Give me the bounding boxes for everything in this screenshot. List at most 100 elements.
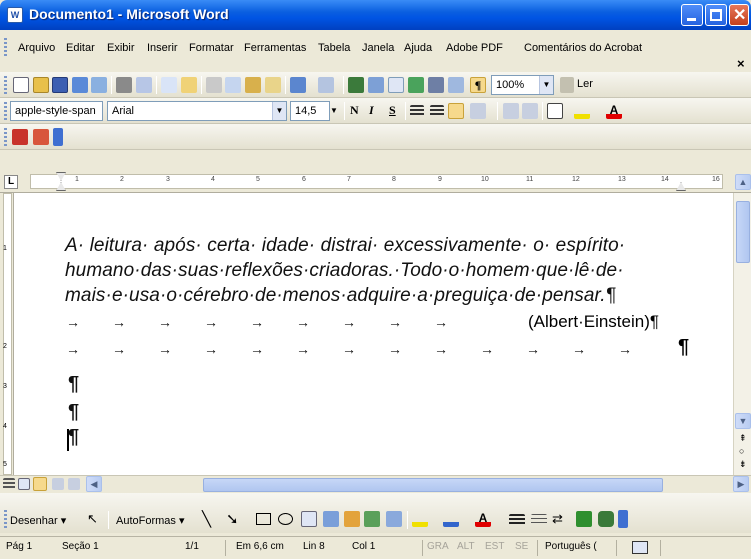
insert-table-icon[interactable] [388, 77, 404, 93]
browse-object-icon[interactable]: ○ [739, 446, 744, 456]
arrow-tool-icon[interactable]: ➘ [226, 510, 239, 528]
menu-ajuda[interactable]: Ajuda [404, 42, 432, 54]
hyperlink-icon[interactable] [348, 77, 364, 93]
menu-adobe-pdf[interactable]: Adobe PDF [446, 42, 503, 54]
menu-exibir[interactable]: Exibir [107, 42, 135, 54]
style-combo[interactable]: apple-style-span [10, 101, 103, 121]
read-button[interactable]: Ler [577, 78, 593, 90]
3d-style-icon[interactable] [598, 511, 614, 527]
word-app-icon[interactable]: W [7, 7, 23, 23]
status-extend[interactable]: EST [485, 541, 504, 552]
select-objects-icon[interactable]: ↖ [87, 511, 98, 527]
scroll-right-button[interactable]: ▶ [733, 476, 749, 492]
document-page[interactable]: A· leitura· após· certa· idade· distrai·… [14, 193, 733, 475]
title-bar[interactable]: W Documento1 - Microsoft Word ✕ [0, 0, 751, 30]
text-box-icon[interactable] [301, 511, 317, 527]
open-folder-icon[interactable] [33, 77, 49, 93]
menu-comentarios-acrobat[interactable]: Comentários do Acrobat [524, 42, 642, 54]
previous-page-icon[interactable]: ⇞ [739, 433, 747, 444]
menu-inserir[interactable]: Inserir [147, 42, 178, 54]
print-icon[interactable] [116, 77, 132, 93]
rectangle-tool-icon[interactable] [256, 513, 271, 525]
close-document-icon[interactable]: × [737, 56, 745, 71]
chevron-down-icon[interactable]: ▼ [330, 106, 338, 115]
permission-icon[interactable] [72, 77, 88, 93]
toolbar-grip[interactable] [4, 76, 7, 94]
wordart-icon[interactable] [323, 511, 339, 527]
document-line[interactable]: humano·das·suas·reflexões·criadoras.·Tod… [65, 260, 624, 282]
scroll-up-button[interactable]: ▲ [735, 174, 751, 190]
cut-icon[interactable] [206, 77, 222, 93]
toolbar-options-icon[interactable] [618, 510, 628, 528]
show-hide-pilcrow-button[interactable]: ¶ [470, 77, 486, 93]
oval-tool-icon[interactable] [278, 513, 293, 525]
font-color-draw-icon[interactable]: A [475, 511, 491, 527]
redo-icon[interactable] [318, 77, 334, 93]
vertical-scrollbar[interactable]: ▼ ⇞ ○ ⇟ [733, 193, 751, 475]
line-color-icon[interactable] [443, 511, 459, 527]
dash-style-icon[interactable] [531, 514, 547, 526]
menu-ferramentas[interactable]: Ferramentas [244, 42, 306, 54]
bold-button[interactable]: N [350, 103, 359, 118]
insert-excel-icon[interactable] [408, 77, 424, 93]
convert-to-pdf-icon[interactable] [12, 129, 28, 145]
reading-layout-view-icon[interactable] [68, 478, 80, 490]
columns-icon[interactable] [428, 77, 444, 93]
copy-icon[interactable] [225, 77, 241, 93]
document-line[interactable]: mais·e·usa·o·cérebro·de·menos·adquire·a·… [65, 285, 616, 307]
toolbar-grip[interactable] [4, 510, 7, 528]
drawing-icon[interactable] [448, 77, 464, 93]
line-spacing-icon[interactable] [470, 103, 486, 119]
menu-editar[interactable]: Editar [66, 42, 95, 54]
save-icon[interactable] [52, 77, 68, 93]
print-preview-icon[interactable] [136, 77, 152, 93]
minimize-button[interactable] [681, 4, 703, 26]
menu-arquivo[interactable]: Arquivo [18, 42, 55, 54]
paste-icon[interactable] [245, 77, 261, 93]
menu-formatar[interactable]: Formatar [189, 42, 234, 54]
arrow-style-icon[interactable]: ⇄ [552, 511, 568, 527]
spelling-status-icon[interactable] [632, 541, 648, 554]
toolbar-grip[interactable] [4, 128, 7, 146]
fill-color-icon[interactable] [412, 511, 428, 527]
research-icon[interactable] [181, 77, 197, 93]
attribution-text[interactable]: (Albert·Einstein)¶ [528, 312, 659, 332]
insert-picture-icon[interactable] [386, 511, 402, 527]
justify-icon[interactable] [448, 103, 464, 119]
tab-selector-button[interactable]: L [4, 175, 18, 189]
autoshapes-menu-button[interactable]: AutoFormas ▾ [116, 514, 185, 527]
line-style-icon[interactable] [509, 514, 525, 526]
horizontal-scroll-thumb[interactable] [203, 478, 663, 492]
status-overtype[interactable]: SE [515, 541, 528, 552]
italic-button[interactable]: I [369, 103, 374, 118]
clip-art-icon[interactable] [364, 511, 380, 527]
underline-button[interactable]: S [389, 103, 396, 118]
spelling-icon[interactable] [161, 77, 177, 93]
borders-icon[interactable] [547, 103, 563, 119]
status-track-changes[interactable]: ALT [457, 541, 475, 552]
document-line[interactable]: A· leitura· após· certa· idade· distrai·… [65, 235, 625, 257]
font-combo[interactable]: Arial ▼ [107, 101, 287, 121]
format-painter-icon[interactable] [265, 77, 281, 93]
normal-view-icon[interactable] [3, 478, 15, 490]
chevron-down-icon[interactable]: ▼ [272, 102, 286, 120]
maximize-button[interactable] [705, 4, 727, 26]
increase-indent-icon[interactable] [522, 103, 538, 119]
font-size-combo[interactable]: 14,5 [290, 101, 330, 121]
highlight-icon[interactable] [574, 103, 590, 119]
outline-view-icon[interactable] [52, 478, 64, 490]
draw-menu-button[interactable]: Desenhar ▾ [10, 514, 66, 527]
print-layout-view-icon[interactable] [33, 477, 47, 491]
shadow-style-icon[interactable] [576, 511, 592, 527]
align-left-icon[interactable] [410, 105, 424, 117]
email-icon[interactable] [91, 77, 107, 93]
web-layout-view-icon[interactable] [18, 478, 30, 490]
new-document-icon[interactable] [13, 77, 29, 93]
tables-borders-icon[interactable] [368, 77, 384, 93]
menu-grip[interactable] [4, 38, 7, 58]
scroll-left-button[interactable]: ◀ [86, 476, 102, 492]
diagram-icon[interactable] [344, 511, 360, 527]
horizontal-ruler[interactable]: L 1 2 3 4 5 6 7 8 9 10 11 12 13 14 16 ▲ [0, 171, 751, 193]
scroll-thumb[interactable] [736, 201, 750, 263]
vertical-ruler[interactable]: 1 2 3 4 5 [0, 193, 14, 475]
